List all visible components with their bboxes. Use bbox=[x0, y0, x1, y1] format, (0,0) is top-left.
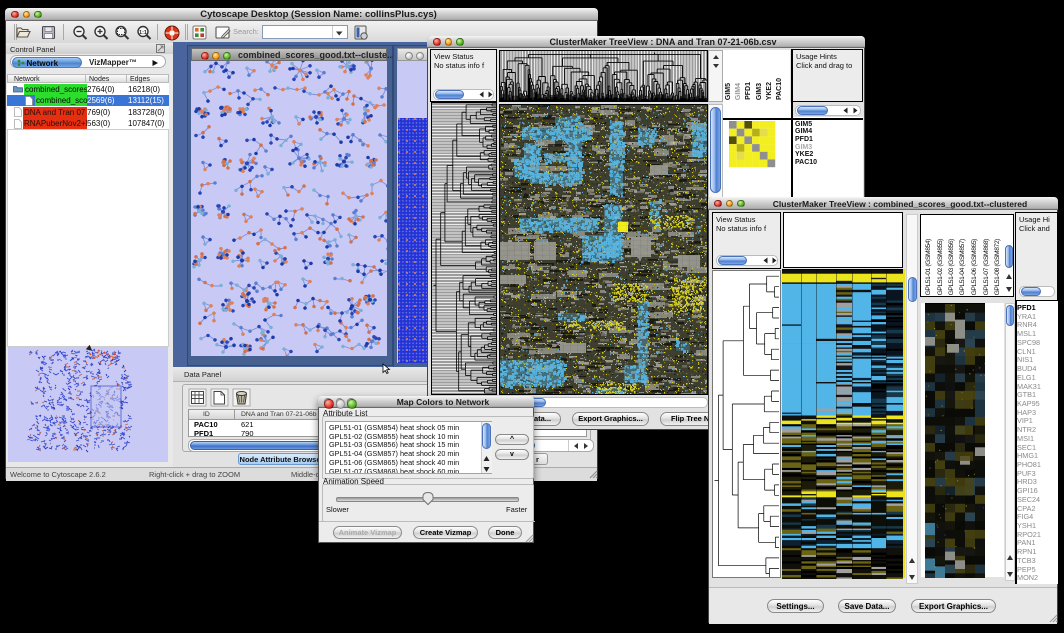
svg-text:1:1: 1:1 bbox=[139, 30, 147, 36]
